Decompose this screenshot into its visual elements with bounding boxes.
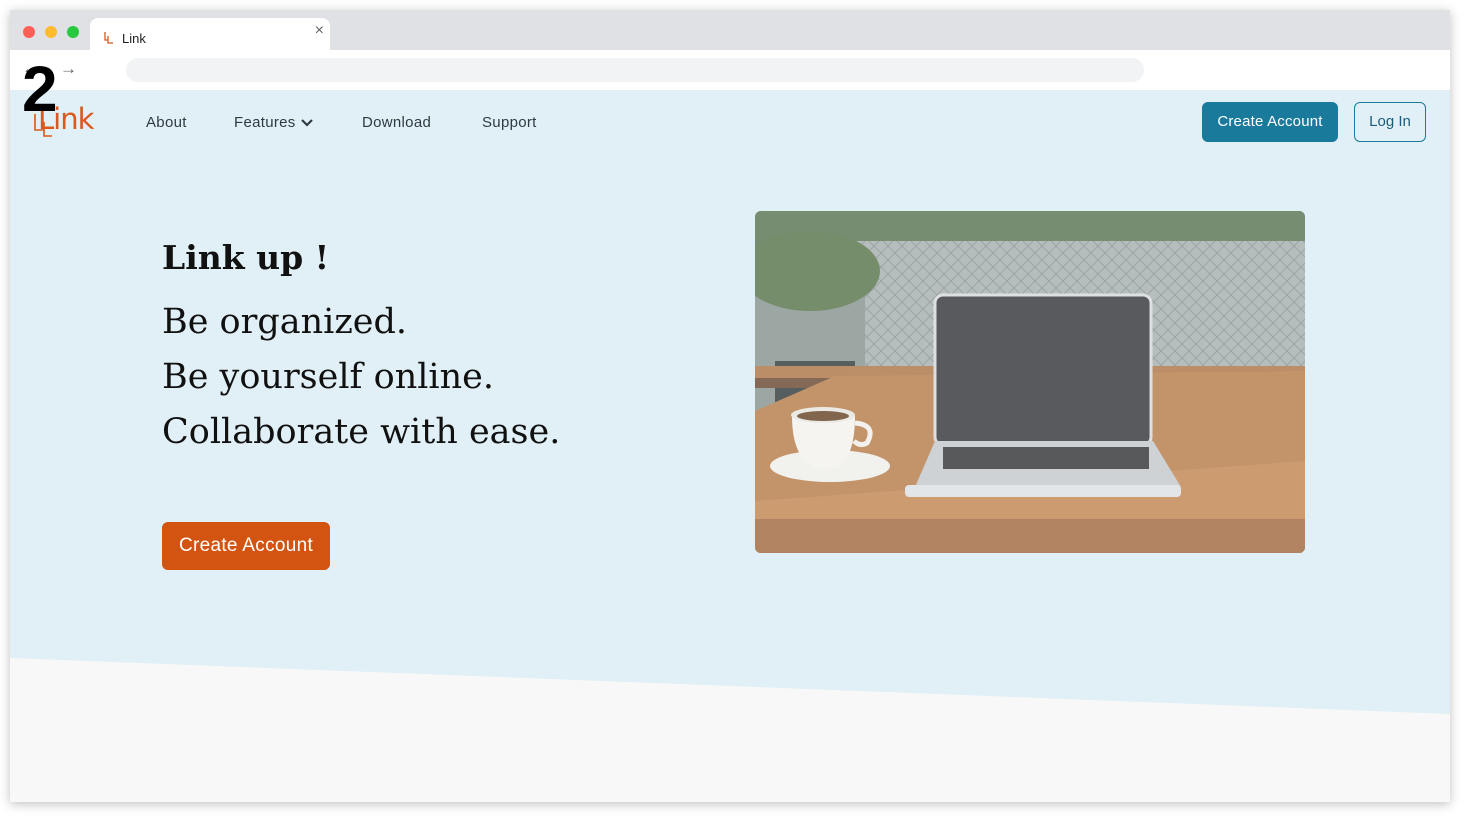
web-page: Link About Features Download Support Cre… [10,90,1450,802]
arrow-right-icon[interactable]: → [60,59,77,79]
window-minimize-dot[interactable] [45,26,57,38]
nav-features-label: Features [234,114,296,131]
hero-create-account-button[interactable]: Create Account [162,522,330,570]
browser-toolbar: ← → [10,50,1450,90]
window-maximize-dot[interactable] [67,26,79,38]
hero-tagline-3: Collaborate with ease. [162,412,561,452]
link-logo-icon [104,32,113,44]
browser-window: Link × ← → 2 Link About Features Downloa… [10,10,1450,802]
header-create-account-button[interactable]: Create Account [1202,102,1338,142]
hero-tagline-2: Be yourself online. [162,357,495,397]
hero-image [755,211,1305,553]
address-bar[interactable] [126,58,1144,82]
close-icon[interactable]: × [315,23,324,39]
hero-tagline-1: Be organized. [162,302,408,342]
header-log-in-button[interactable]: Log In [1354,102,1426,142]
nav-about[interactable]: About [146,114,187,131]
nav-support[interactable]: Support [482,114,537,131]
nav-download[interactable]: Download [362,114,431,131]
step-number-overlay: 2 [22,53,58,125]
browser-tab[interactable]: Link × [90,18,330,50]
tab-title: Link [122,31,146,46]
nav-features[interactable]: Features [234,114,314,131]
window-close-dot[interactable] [23,26,35,38]
hero-title: Link up ! [162,238,330,277]
tab-bar: Link × [10,10,1450,50]
chevron-down-icon [300,119,313,127]
